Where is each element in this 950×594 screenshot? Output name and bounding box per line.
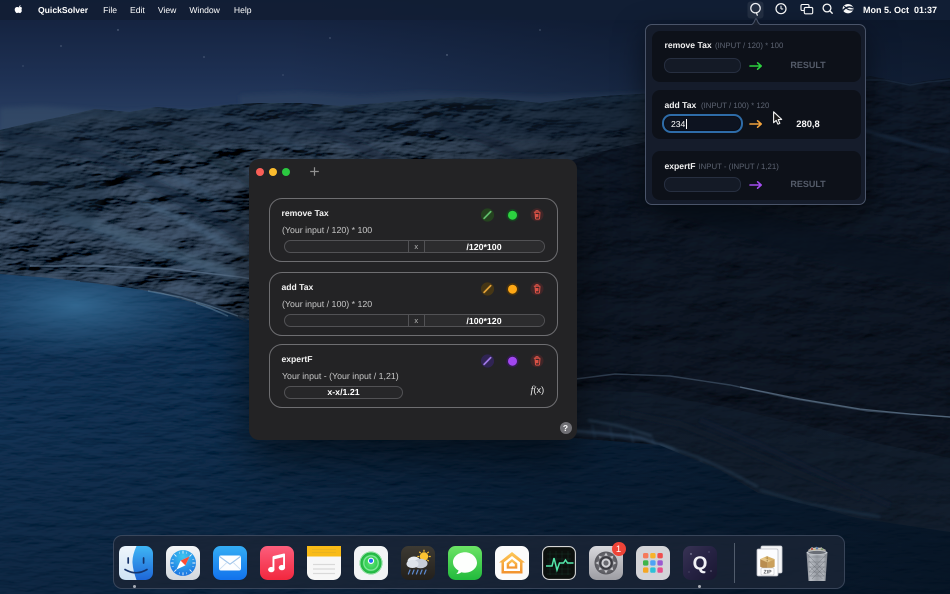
svg-text:ZIP: ZIP [763,570,772,576]
svg-text:Q: Q [693,554,708,575]
